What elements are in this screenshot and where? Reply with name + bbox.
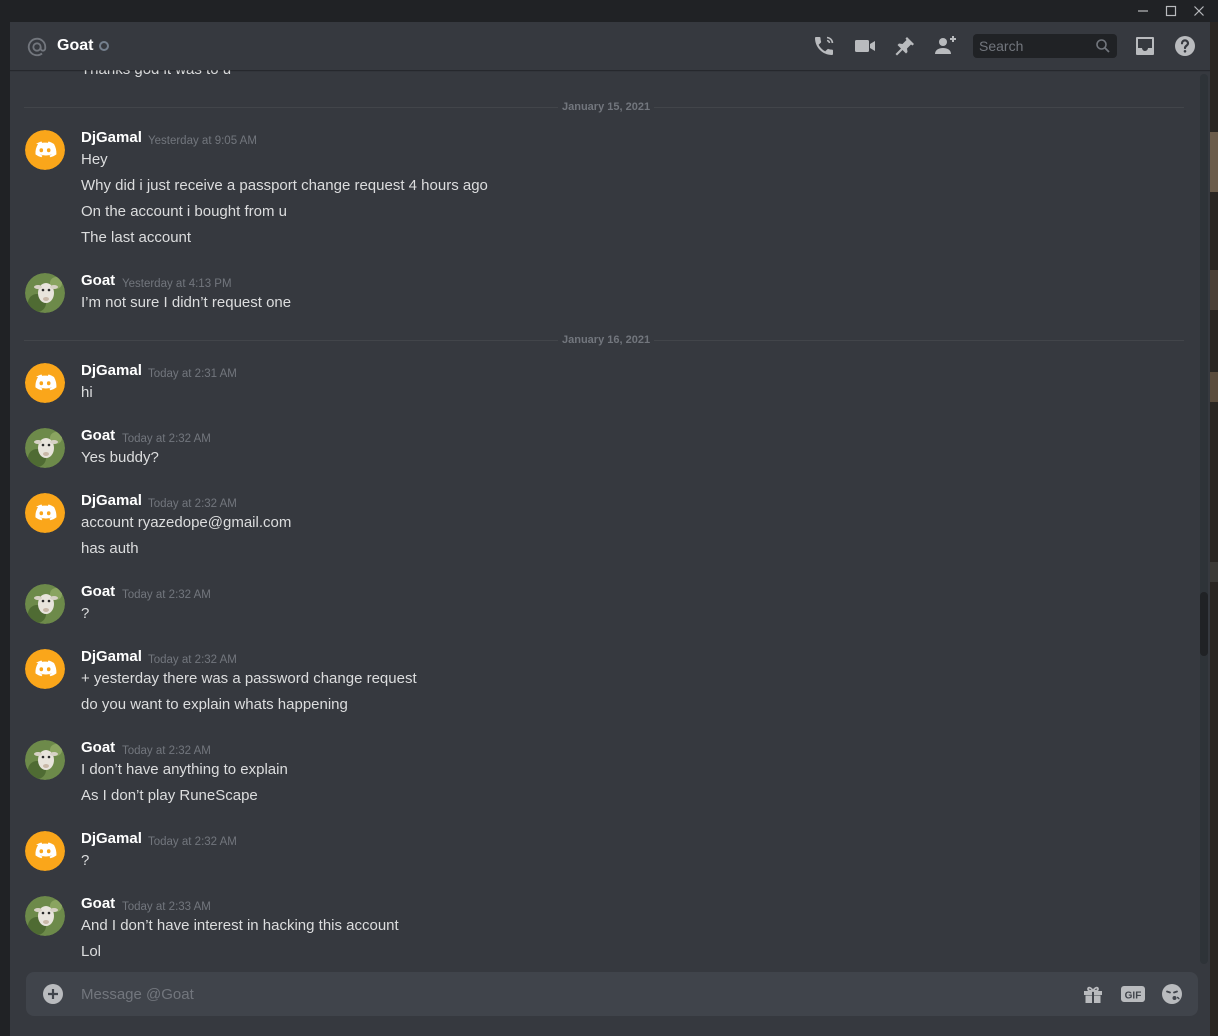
avatar-goat[interactable] <box>25 740 65 780</box>
message-timestamp: Today at 2:32 AM <box>148 836 237 848</box>
message-text: hi <box>81 384 93 401</box>
message-timestamp: Today at 2:32 AM <box>148 498 237 510</box>
message-input[interactable] <box>81 972 1071 1016</box>
message-author[interactable]: Goat <box>81 894 115 914</box>
message-timestamp: Yesterday at 9:05 AM <box>148 135 257 147</box>
message-text: And I don’t have interest in hacking thi… <box>81 917 399 934</box>
message-timestamp: Today at 2:32 AM <box>148 654 237 666</box>
message-text: Yes buddy? <box>81 449 159 466</box>
message-author[interactable]: Goat <box>81 582 115 602</box>
add-attachment-icon[interactable] <box>41 982 65 1006</box>
emoji-icon[interactable] <box>1160 982 1184 1006</box>
avatar-discord-default[interactable] <box>25 130 65 170</box>
channel-header: Goat <box>10 22 1210 70</box>
message-text: Why did i just receive a passport change… <box>81 177 488 194</box>
close-icon[interactable] <box>1185 0 1213 22</box>
message-author[interactable]: DjGamal <box>81 491 142 511</box>
message-text: Lol <box>81 943 102 960</box>
gift-icon[interactable] <box>1081 982 1105 1006</box>
inbox-icon[interactable] <box>1133 34 1157 58</box>
avatar-goat[interactable] <box>25 584 65 624</box>
video-call-icon[interactable] <box>853 34 877 58</box>
message-text: The last account <box>81 229 192 246</box>
avatar-discord-default[interactable] <box>25 363 65 403</box>
message-timestamp: Today at 2:32 AM <box>122 433 211 445</box>
avatar-goat[interactable] <box>25 428 65 468</box>
search-icon <box>1095 38 1111 54</box>
discord-app: Goat Thanks god it was to u <box>10 22 1210 1036</box>
message-timestamp: Yesterday at 4:13 PM <box>122 278 232 290</box>
at-sign-icon <box>26 36 48 58</box>
background-window-edge <box>1210 22 1218 1036</box>
message-text: As I don’t play RuneScape <box>81 787 258 804</box>
message-text: I’m not sure I didn’t request one <box>81 294 292 311</box>
avatar-goat[interactable] <box>25 896 65 936</box>
message-text: I don’t have anything to explain <box>81 761 288 778</box>
message-timestamp: Today at 2:33 AM <box>122 901 211 913</box>
message-author[interactable]: DjGamal <box>81 128 142 148</box>
message-author[interactable]: Goat <box>81 271 115 291</box>
gif-label: GIF <box>1125 991 1142 1002</box>
gif-icon[interactable]: GIF <box>1120 982 1146 1006</box>
message-text: + yesterday there was a password change … <box>81 670 417 687</box>
message-text: do you want to explain whats happening <box>81 696 348 713</box>
message-timestamp: Today at 2:31 AM <box>148 368 237 380</box>
message-text: has auth <box>81 540 139 557</box>
message-list[interactable]: Thanks god it was to u January 15, 2021 … <box>10 70 1198 964</box>
dm-recipient-name[interactable]: Goat <box>57 36 93 56</box>
partial-message-text: Thanks god it was to u <box>81 70 231 80</box>
search-input[interactable] <box>973 34 1093 58</box>
message-timestamp: Today at 2:32 AM <box>122 745 211 757</box>
date-divider-label: January 16, 2021 <box>558 334 655 347</box>
offline-status-icon <box>99 41 109 51</box>
message-author[interactable]: Goat <box>81 426 115 446</box>
message-text: ? <box>81 605 90 622</box>
avatar-discord-default[interactable] <box>25 831 65 871</box>
avatar-discord-default[interactable] <box>25 649 65 689</box>
message-text: On the account i bought from u <box>81 203 287 220</box>
add-friend-icon[interactable] <box>933 34 957 58</box>
message-text: Hey <box>81 151 108 168</box>
date-divider-label: January 15, 2021 <box>558 101 655 114</box>
scrollbar-thumb[interactable] <box>1200 592 1208 656</box>
maximize-icon[interactable] <box>1157 0 1185 22</box>
message-author[interactable]: DjGamal <box>81 361 142 381</box>
message-author[interactable]: DjGamal <box>81 829 142 849</box>
window-titlebar <box>0 0 1218 22</box>
search-bar[interactable] <box>973 34 1117 58</box>
avatar-goat[interactable] <box>25 273 65 313</box>
message-author[interactable]: DjGamal <box>81 647 142 667</box>
message-text: account ryazedope@gmail.com <box>81 514 292 531</box>
message-text: ? <box>81 852 90 869</box>
message-timestamp: Today at 2:32 AM <box>122 589 211 601</box>
scrollbar-track[interactable] <box>1200 74 1208 964</box>
minimize-icon[interactable] <box>1129 0 1157 22</box>
message-author[interactable]: Goat <box>81 738 115 758</box>
help-icon[interactable] <box>1173 34 1197 58</box>
message-composer: GIF <box>26 972 1198 1016</box>
phone-call-icon[interactable] <box>812 34 836 58</box>
pin-icon[interactable] <box>893 34 917 58</box>
avatar-discord-default[interactable] <box>25 493 65 533</box>
